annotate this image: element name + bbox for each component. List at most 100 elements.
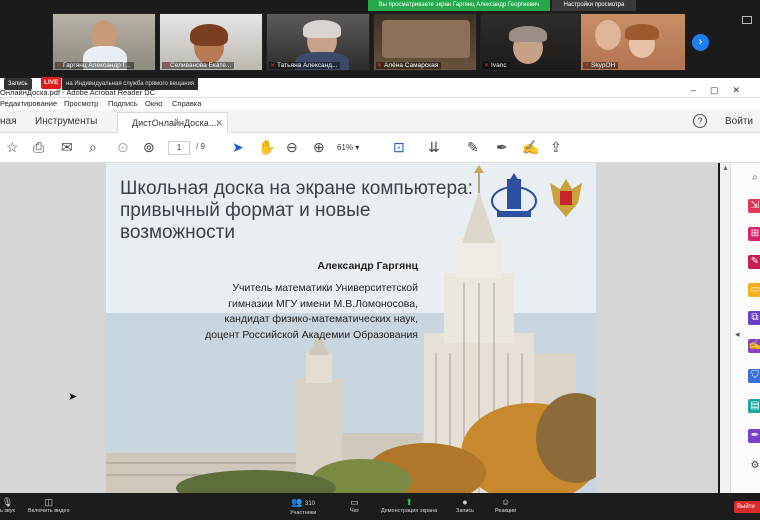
pdf-page: Школьная доска на экране компьютера: при…	[106, 163, 596, 493]
create-pdf-icon[interactable]: ⊞	[748, 227, 760, 241]
page-total: / 9	[196, 142, 205, 151]
menu-view[interactable]: Просмотр	[64, 99, 98, 108]
star-icon[interactable]: ☆	[6, 139, 19, 155]
participant-tile[interactable]: ✕ SkypOH	[580, 13, 686, 71]
share-screen-button[interactable]: ⬆ Демонстрация экрана	[381, 496, 437, 514]
select-cursor-icon[interactable]: ➤	[232, 139, 244, 155]
close-icon[interactable]: ✕	[732, 85, 754, 95]
participant-tile[interactable]: ✕ Селиванова Екате...	[159, 13, 263, 71]
slide-affiliation: Учитель математики Университетской гимна…	[158, 281, 418, 343]
tools-pane: ◂ ⌕ ⇲ ⊞ ✎ ▭ ⧉ ✍ ⛉ ▤ ✒ ⚙	[730, 163, 760, 493]
share-icon[interactable]: ⇪	[550, 139, 562, 155]
next-page-arrow-icon[interactable]: ›	[692, 34, 709, 51]
participant-tile[interactable]: ✕ Алёна Самарская	[373, 13, 477, 71]
zoom-in-icon[interactable]: ⊕	[313, 139, 325, 155]
start-video-button[interactable]: ◫ Включить видео	[28, 496, 70, 514]
mic-muted-icon: ✕	[584, 63, 590, 69]
leave-button[interactable]: Выйти	[734, 501, 760, 513]
mic-muted-icon: ✕	[163, 63, 169, 69]
toolbar: ☆ ⎙ ✉ ⌕ ⊙ ⊚ 1 / 9 ➤ ✋ ⊖ ⊕ 61% ▾ ⊡ ⇊ ✎ ✒ …	[0, 133, 760, 163]
record-button[interactable]: ● Запись	[456, 496, 474, 514]
screen-share-banner: Вы просматриваете экран Гаргянц Александ…	[368, 0, 550, 11]
scroll-mode-icon[interactable]: ⇊	[428, 139, 440, 155]
camera-off-icon: ◫	[44, 497, 54, 507]
view-options-button[interactable]: Настройки просмотра	[552, 0, 636, 11]
window-title: ОнлайнДоска.pdf - Adobe Acrobat Reader D…	[0, 88, 156, 97]
search-tool-icon[interactable]: ⌕	[748, 171, 760, 185]
zoom-level-select[interactable]: 61% ▾	[337, 141, 377, 155]
zoom-out-icon[interactable]: ⊖	[286, 139, 298, 155]
mic-muted-icon: ✕	[377, 63, 383, 69]
participant-tile[interactable]: ✕ Ivanc	[480, 13, 584, 71]
comment-icon[interactable]: ✎	[467, 139, 479, 155]
collapse-pane-icon[interactable]: ◂	[735, 329, 740, 340]
participant-name: ✕ Татьяна Александ...	[269, 62, 341, 69]
participant-name: ✕ Гаргянц Александр Г...	[55, 62, 134, 69]
tab-tools[interactable]: Инструменты	[35, 116, 97, 127]
fit-page-icon[interactable]: ⊡	[393, 139, 405, 155]
zoom-controls-bar: 🎙 ь звук ◫ Включить видео 👥 310 Участники ▭…	[0, 493, 760, 520]
participant-tile[interactable]: ✕ Гаргянц Александр Г...	[52, 13, 156, 71]
screen: Вы просматриваете экран Гаргянц Александ…	[0, 0, 760, 520]
page-number-input[interactable]: 1	[168, 141, 190, 155]
participant-name: ✕ Ivanc	[483, 62, 510, 69]
print-icon[interactable]: ⎙	[33, 139, 44, 155]
participants-icon: 👥 310	[291, 497, 315, 507]
comment-tool-icon[interactable]: ▭	[748, 283, 760, 297]
chat-icon: ▭	[350, 497, 359, 507]
mic-muted-icon: ✕	[270, 63, 276, 69]
mic-muted-icon: ✕	[484, 63, 490, 69]
help-icon[interactable]: ?	[693, 114, 707, 128]
menu-window[interactable]: Окно	[145, 99, 162, 108]
menu-bar: Редактирование Просмотр Подпись Окно Спр…	[0, 98, 760, 110]
affiliation-line: гимназии МГУ имени М.В.Ломоносова,	[228, 297, 418, 310]
scroll-up-icon[interactable]: ▲	[722, 165, 729, 172]
document-background-left	[0, 163, 106, 493]
mail-icon[interactable]: ✉	[61, 139, 73, 155]
vertical-scrollbar[interactable]: ▲	[720, 163, 730, 493]
fullscreen-icon[interactable]	[742, 16, 752, 24]
menu-sign[interactable]: Подпись	[108, 99, 138, 108]
minimize-icon[interactable]: –	[691, 85, 710, 95]
prev-page-icon[interactable]: ⊙	[117, 139, 129, 155]
slide-title: Школьная доска на экране компьютера: при…	[120, 178, 473, 243]
next-page-icon[interactable]: ⊚	[143, 139, 155, 155]
maximize-icon[interactable]: ▢	[710, 85, 733, 95]
tab-bar: ная Инструменты ДистОнлайнДоска.... ✕ ? …	[0, 110, 760, 133]
tab-document[interactable]: ДистОнлайнДоска.... ✕	[117, 112, 228, 133]
zoom-gallery-strip: Вы просматриваете экран Гаргянц Александ…	[0, 0, 760, 78]
close-tab-icon[interactable]: ✕	[215, 118, 223, 129]
participants-button[interactable]: 👥 310 Участники	[290, 496, 316, 516]
microphone-icon: 🎙	[1, 497, 14, 507]
edit-pdf-icon[interactable]: ✎	[748, 255, 760, 269]
combine-files-icon[interactable]: ⧉	[748, 311, 760, 325]
protect-icon[interactable]: ⛉	[748, 369, 760, 383]
search-icon[interactable]: ⌕	[89, 139, 97, 155]
organize-pages-icon[interactable]: ▤	[748, 399, 760, 413]
more-tools-icon[interactable]: ⚙	[748, 459, 760, 473]
reactions-button[interactable]: ☺ Реакции	[495, 496, 516, 514]
export-pdf-icon[interactable]: ⇲	[748, 199, 760, 213]
mic-muted-icon: ✕	[56, 63, 62, 69]
participant-name: ✕ Селиванова Екате...	[162, 62, 235, 69]
tab-home[interactable]: ная	[0, 116, 17, 127]
mouse-cursor: ➤	[68, 391, 78, 403]
hand-tool-icon[interactable]: ✋	[258, 139, 275, 155]
fill-sign-icon[interactable]: ✍	[748, 339, 760, 353]
audio-button[interactable]: 🎙 ь звук	[0, 496, 15, 514]
menu-edit[interactable]: Редактирование	[0, 99, 57, 108]
document-background-right	[596, 163, 718, 493]
participant-tile[interactable]: ✕ Татьяна Александ...	[266, 13, 370, 71]
chat-button[interactable]: ▭ Чат	[350, 496, 359, 514]
russian-coat-of-arms	[550, 179, 582, 217]
tab-document-label: ДистОнлайнДоска....	[132, 118, 219, 128]
send-for-sign-icon[interactable]: ✒	[748, 429, 760, 443]
highlight-icon[interactable]: ✒	[496, 139, 508, 155]
sign-in-button[interactable]: Войти	[725, 116, 753, 127]
menu-help[interactable]: Справка	[172, 99, 201, 108]
window-controls[interactable]: –▢✕	[691, 85, 754, 96]
affiliation-line: Учитель математики Университетской	[232, 282, 418, 294]
slide-author: Александр Гаргянц	[317, 260, 418, 272]
sign-icon[interactable]: ✍	[522, 139, 539, 155]
share-screen-icon: ⬆	[405, 497, 413, 507]
